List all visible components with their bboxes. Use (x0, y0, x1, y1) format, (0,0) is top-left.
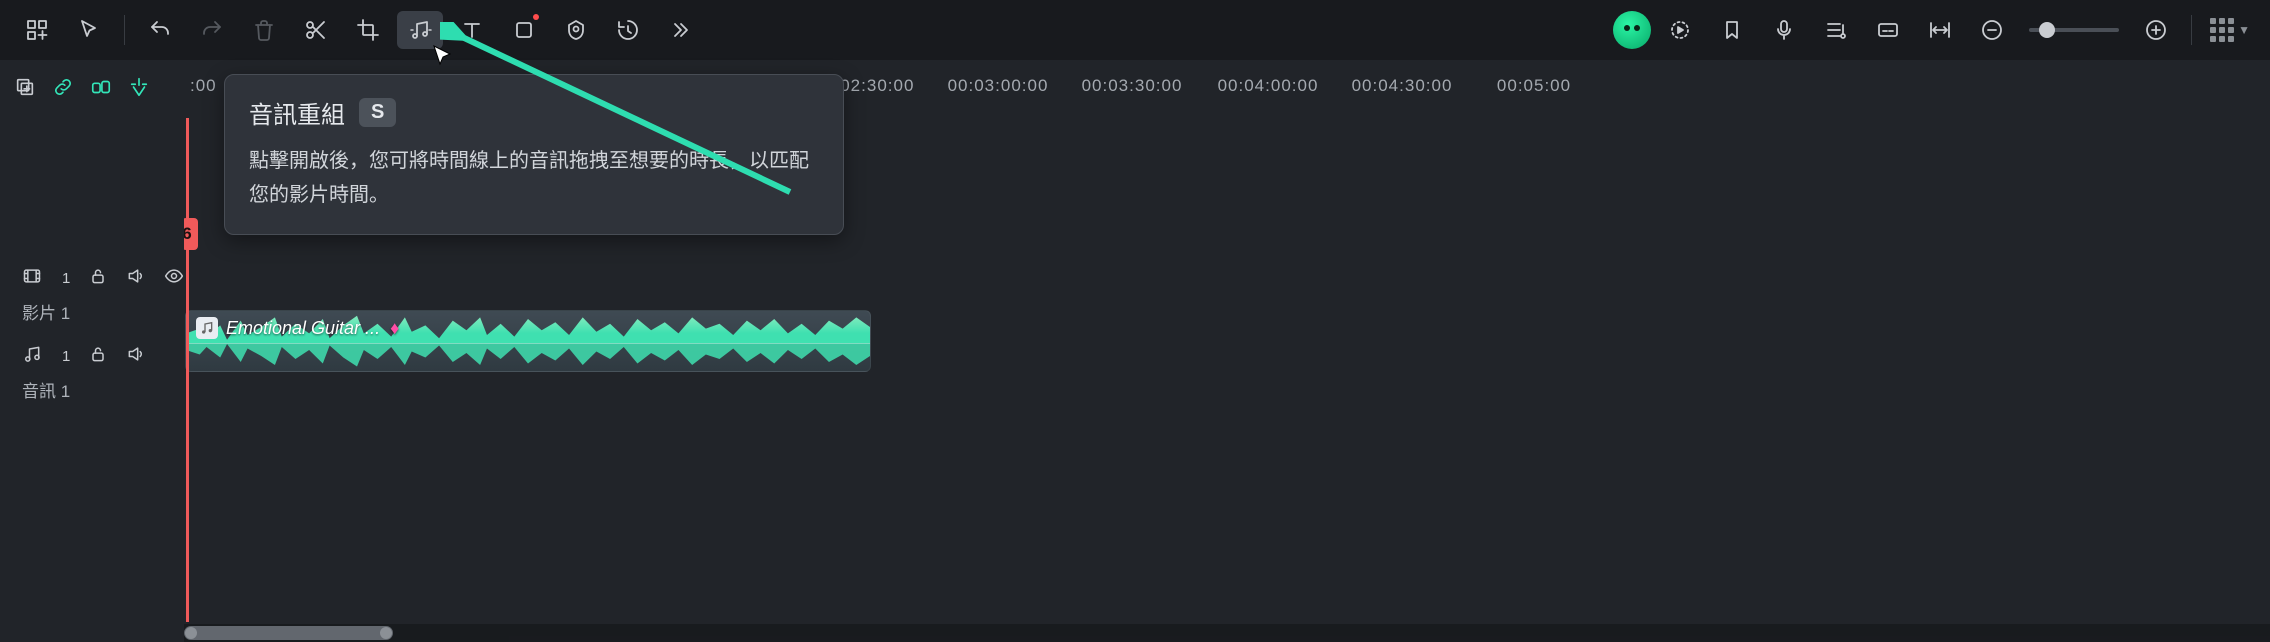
zoom-out-button[interactable] (1969, 11, 2015, 49)
ruler-tick: 00:04:00:00 (1218, 76, 1319, 96)
crop-button[interactable] (345, 11, 391, 49)
zoom-in-button[interactable] (2133, 11, 2179, 49)
ruler-tick: :00 (190, 76, 217, 96)
pointer-button[interactable] (66, 11, 112, 49)
undo-button[interactable] (137, 11, 183, 49)
video-track-label: 影片 1 (22, 299, 170, 324)
track-headers: 1 影片 1 1 音訊 1 (0, 118, 184, 622)
scrollbar-thumb[interactable] (184, 626, 393, 640)
ruler-tick: 00:03:00:00 (948, 76, 1049, 96)
link-tracks-button[interactable] (52, 76, 74, 103)
add-track-button[interactable] (14, 76, 36, 103)
zoom-slider[interactable] (2029, 28, 2119, 32)
music-note-icon (196, 317, 218, 339)
speaker-icon[interactable] (126, 266, 146, 291)
render-preview-button[interactable] (1657, 11, 1703, 49)
clip-title: Emotional Guitar ... (226, 318, 380, 339)
more-tools-button[interactable] (657, 11, 703, 49)
eye-icon[interactable] (164, 266, 184, 291)
audio-track-label: 音訊 1 (22, 377, 170, 402)
lock-icon[interactable] (88, 266, 108, 291)
redo-button[interactable] (189, 11, 235, 49)
filmstrip-icon (22, 266, 42, 291)
tooltip-body: 點擊開啟後，您可將時間線上的音訊拖拽至想要的時長，以匹配您的影片時間。 (249, 144, 819, 212)
timeline-scrollbar[interactable] (184, 624, 2270, 642)
audio-track-header[interactable]: 1 音訊 1 (0, 334, 184, 412)
video-track-count: 1 (62, 270, 70, 287)
audio-mixer-button[interactable] (1813, 11, 1859, 49)
split-button[interactable] (293, 11, 339, 49)
video-track-header[interactable]: 1 影片 1 (0, 256, 184, 334)
audio-clip[interactable]: Emotional Guitar ... ♦ (185, 310, 871, 372)
tooltip-shortcut: S (359, 98, 396, 127)
speaker-icon[interactable] (126, 344, 146, 369)
mask-button[interactable] (553, 11, 599, 49)
premium-gem-icon: ♦ (390, 318, 399, 339)
text-button[interactable] (449, 11, 495, 49)
shape-button[interactable] (501, 11, 547, 49)
timeline-view-button[interactable]: ▼ (2204, 11, 2256, 49)
ruler-tick: 00:05:00 (1497, 76, 1571, 96)
audio-stretch-button[interactable] (397, 11, 443, 49)
timeline-left-tools (0, 60, 184, 118)
tooltip-audio-stretch: 音訊重組 S 點擊開啟後，您可將時間線上的音訊拖拽至想要的時長，以匹配您的影片時… (224, 74, 844, 235)
lock-icon[interactable] (88, 344, 108, 369)
audio-track-count: 1 (62, 348, 70, 365)
caret-down-icon: ▼ (2238, 23, 2250, 37)
ruler-tick: 00:04:30:00 (1352, 76, 1453, 96)
ruler-tick: 00:03:30:00 (1082, 76, 1183, 96)
playhead[interactable]: 6 (186, 118, 189, 622)
new-badge-dot (533, 14, 539, 20)
playhead-frame: 6 (184, 224, 192, 244)
marker-button[interactable] (128, 76, 150, 103)
caption-button[interactable] (1865, 11, 1911, 49)
group-button[interactable] (90, 76, 112, 103)
ai-assistant-button[interactable] (1613, 11, 1651, 49)
bookmark-button[interactable] (1709, 11, 1755, 49)
tooltip-title: 音訊重組 (249, 95, 345, 130)
voiceover-button[interactable] (1761, 11, 1807, 49)
playhead-handle[interactable]: 6 (184, 218, 198, 250)
top-toolbar: ▼ (0, 0, 2270, 60)
history-button[interactable] (605, 11, 651, 49)
music-note-icon (22, 344, 42, 369)
delete-button[interactable] (241, 11, 287, 49)
add-panel-button[interactable] (14, 11, 60, 49)
waveform-icon (186, 341, 870, 371)
fit-width-button[interactable] (1917, 11, 1963, 49)
